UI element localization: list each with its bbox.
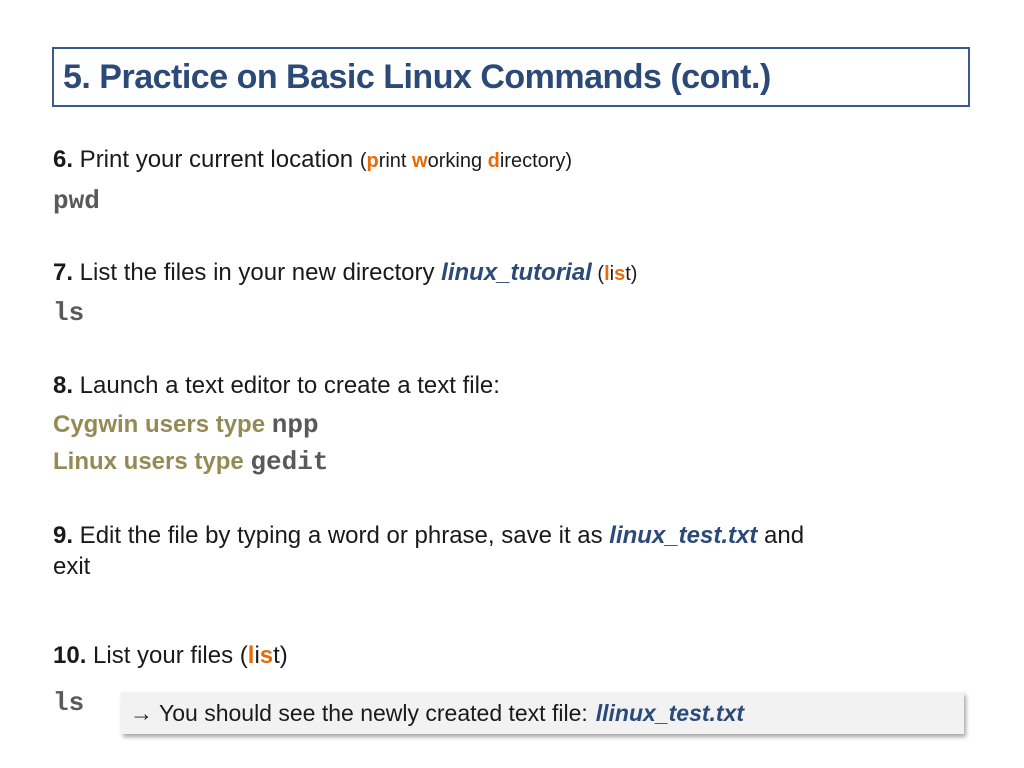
note-text: You should see the newly created text fi… <box>159 699 588 726</box>
slide-title-box: 5. Practice on Basic Linux Commands (con… <box>52 47 970 107</box>
step-8-number: 8. <box>53 372 74 399</box>
letter-t: t) <box>273 642 288 669</box>
rest-p: rint <box>378 150 413 172</box>
step-6-text: Print your current location <box>73 146 360 173</box>
step-6-number: 6. <box>53 146 74 173</box>
step-10-text: List your files ( <box>86 642 248 669</box>
linux-label: Linux users type <box>53 448 251 475</box>
step-8: 8. Launch a text editor to create a text… <box>53 372 500 400</box>
directory-name: linux_tutorial <box>441 259 592 286</box>
step-8-text: Launch a text editor to create a text fi… <box>73 372 500 399</box>
file-name: linux_test.txt <box>609 522 758 549</box>
step-9: 9. Edit the file by typing a word or phr… <box>53 522 804 550</box>
rest-w: orking <box>427 150 488 172</box>
hl-s: s <box>259 642 274 669</box>
cygwin-line: Cygwin users type npp <box>53 410 319 440</box>
hl-d: d <box>487 150 500 172</box>
rest-d: irectory) <box>499 150 573 172</box>
right-arrow-icon: → <box>130 699 153 726</box>
step-9-text: Edit the file by typing a word or phrase… <box>73 522 610 549</box>
step-7: 7. List the files in your new directory … <box>53 259 637 287</box>
note-callout: → You should see the newly created text f… <box>121 692 964 734</box>
step-10-number: 10. <box>53 642 87 669</box>
step-6-paren: (print working directory) <box>360 150 572 172</box>
command-npp: npp <box>271 410 319 440</box>
slide-title: 5. Practice on Basic Linux Commands (con… <box>63 57 771 96</box>
hl-s: s <box>614 263 626 285</box>
command-pwd: pwd <box>53 186 100 216</box>
step-9-number: 9. <box>53 522 74 549</box>
command-ls-1: ls <box>53 298 85 328</box>
step-9-line-2: exit <box>53 553 91 580</box>
cygwin-label: Cygwin users type <box>53 411 272 438</box>
hl-p: p <box>366 150 379 172</box>
note-file-name: llinux_test.txt <box>595 699 745 726</box>
hl-w: w <box>412 150 428 172</box>
paren-open: ( <box>591 263 605 285</box>
command-gedit: gedit <box>250 447 329 477</box>
step-6: 6. Print your current location (print wo… <box>53 146 572 174</box>
step-7-paren: (list) <box>591 263 638 285</box>
letter-t: t) <box>625 263 638 285</box>
linux-line: Linux users type gedit <box>53 447 328 477</box>
step-10: 10. List your files (list) <box>53 642 288 670</box>
step-7-number: 7. <box>53 259 74 286</box>
step-9-after: and <box>757 522 805 549</box>
step-7-text: List the files in your new directory <box>73 259 442 286</box>
command-ls-2: ls <box>53 688 85 718</box>
